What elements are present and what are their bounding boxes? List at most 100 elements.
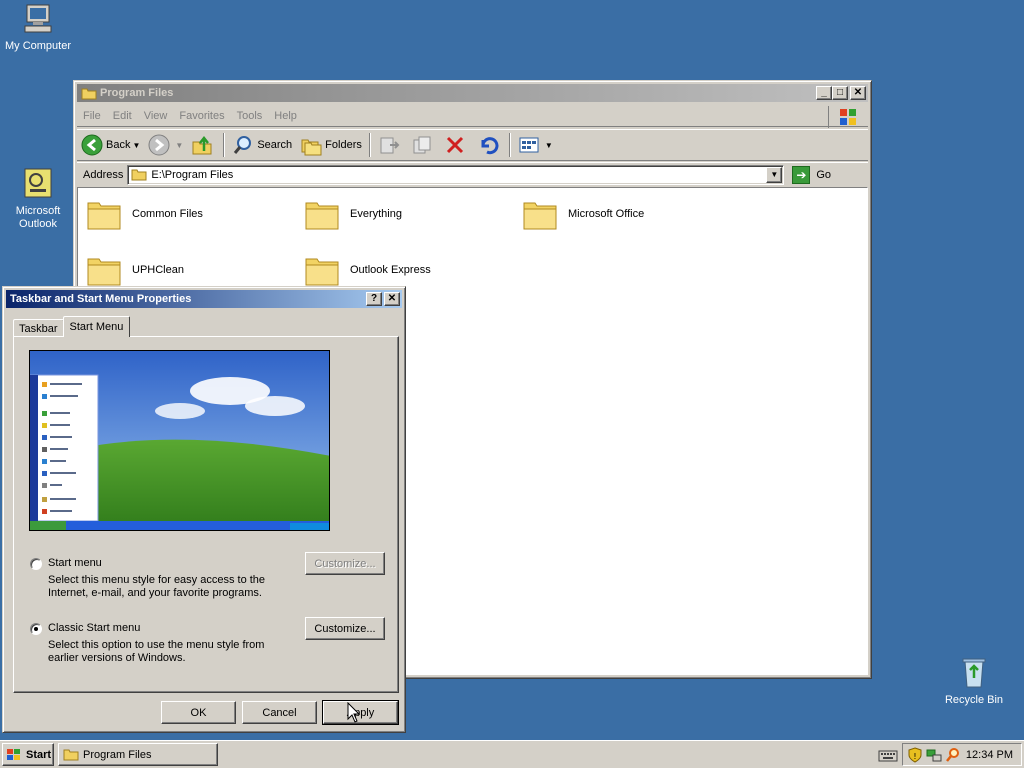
my-computer-icon [21, 2, 55, 36]
cancel-button[interactable]: Cancel [242, 701, 317, 724]
copy-to-button[interactable] [407, 132, 440, 158]
folders-icon [300, 134, 322, 156]
tab-taskbar[interactable]: Taskbar [13, 319, 64, 337]
clock[interactable]: 12:34 PM [966, 749, 1013, 761]
taskbar-properties-dialog: Taskbar and Start Menu Properties ? ✕ Ta… [2, 286, 406, 733]
tab-strip: Taskbar Start Menu [13, 315, 131, 337]
start-menu-panel: Start menu Select this menu style for ea… [13, 336, 399, 693]
folder-icon [304, 196, 340, 232]
move-to-button[interactable] [374, 132, 407, 158]
menu-edit[interactable]: Edit [107, 110, 138, 122]
undo-icon [477, 134, 499, 156]
desktop-icon-label: Recycle Bin [944, 694, 1004, 706]
folder-icon [63, 748, 79, 761]
menu-file[interactable]: File [77, 110, 107, 122]
menu-bar: File Edit View Favorites Tools Help [77, 105, 868, 128]
menu-favorites[interactable]: Favorites [173, 110, 230, 122]
views-dropdown-icon[interactable]: ▼ [545, 141, 553, 150]
classic-start-menu-radio-label[interactable]: Classic Start menu [48, 622, 140, 634]
outlook-icon [21, 167, 55, 201]
toolbar-separator [508, 133, 511, 157]
folder-name: Outlook Express [350, 264, 431, 276]
folders-label: Folders [325, 139, 362, 151]
folders-button[interactable]: Folders [296, 132, 366, 158]
dialog-title: Taskbar and Start Menu Properties [10, 293, 192, 305]
windows-flag-icon [6, 748, 22, 762]
close-button[interactable]: ✕ [850, 86, 866, 100]
keyboard-icon[interactable] [878, 746, 898, 764]
folder-name: Microsoft Office [568, 208, 645, 220]
folder-name: Common Files [132, 208, 203, 220]
forward-dropdown-icon[interactable]: ▼ [175, 141, 183, 150]
search-tray-icon[interactable] [945, 747, 961, 763]
dialog-close-button[interactable]: ✕ [384, 292, 400, 306]
go-button[interactable]: ➔ Go [788, 164, 835, 186]
menu-tools[interactable]: Tools [231, 110, 269, 122]
search-icon [232, 134, 254, 156]
help-button[interactable]: ? [366, 292, 382, 306]
delete-button[interactable] [440, 132, 473, 158]
menu-help[interactable]: Help [268, 110, 303, 122]
up-button[interactable] [187, 132, 220, 158]
address-bar: Address E:\Program Files ▼ ➔ Go [77, 162, 868, 186]
windows-logo-icon [828, 106, 866, 128]
customize-start-menu-button[interactable]: Customize... [305, 552, 385, 575]
folder-item[interactable]: Microsoft Office [522, 196, 644, 232]
minimize-button[interactable]: _ [816, 86, 832, 100]
forward-button[interactable]: ▼ [144, 132, 187, 158]
desktop-icon-outlook[interactable]: Microsoft Outlook [0, 167, 76, 231]
start-button[interactable]: Start [2, 743, 54, 766]
folder-item[interactable]: UPHClean [86, 252, 184, 288]
ok-button[interactable]: OK [161, 701, 236, 724]
back-arrow-icon [81, 134, 103, 156]
maximize-button[interactable]: □ [832, 86, 848, 100]
recycle-bin-icon [957, 656, 991, 690]
classic-start-menu-radio-button[interactable] [30, 623, 42, 635]
mouse-cursor-icon [347, 701, 361, 724]
start-menu-radio[interactable]: Start menu [30, 557, 102, 570]
desktop-icon-label: Microsoft Outlook [15, 205, 61, 230]
address-input[interactable]: E:\Program Files ▼ [127, 164, 785, 185]
address-label: Address [83, 168, 124, 181]
explorer-title-bar[interactable]: Program Files _ □ ✕ [77, 84, 868, 102]
explorer-title: Program Files [100, 87, 174, 99]
search-label: Search [257, 139, 293, 151]
dialog-title-bar[interactable]: Taskbar and Start Menu Properties ? ✕ [6, 290, 402, 308]
back-button[interactable]: Back ▼ [77, 132, 144, 158]
classic-start-menu-description: Select this option to use the menu style… [48, 639, 265, 664]
views-icon [518, 134, 540, 156]
undo-button[interactable] [473, 132, 506, 158]
folder-name: UPHClean [132, 264, 184, 276]
preview-image [30, 351, 329, 530]
start-menu-radio-button[interactable] [30, 558, 42, 570]
delete-x-icon [444, 134, 466, 156]
start-label: Start [26, 748, 52, 761]
back-dropdown-icon[interactable]: ▼ [132, 141, 140, 150]
start-menu-radio-label[interactable]: Start menu [48, 557, 102, 569]
desktop-icon-my-computer[interactable]: My Computer [0, 2, 76, 53]
system-tray: ! 12:34 PM [902, 743, 1022, 766]
svg-text:!: ! [913, 752, 916, 761]
folder-item[interactable]: Outlook Express [304, 252, 431, 288]
folder-icon [304, 252, 340, 288]
security-shield-icon[interactable]: ! [907, 746, 923, 763]
classic-start-menu-radio[interactable]: Classic Start menu [30, 622, 140, 635]
taskbar-item-program-files[interactable]: Program Files [58, 743, 218, 766]
move-to-icon [378, 134, 400, 156]
taskbar-item-label: Program Files [83, 748, 152, 761]
address-dropdown-button[interactable]: ▼ [766, 166, 783, 183]
views-button[interactable]: ▼ [514, 132, 557, 158]
folder-item[interactable]: Everything [304, 196, 402, 232]
search-button[interactable]: Search [228, 132, 296, 158]
desktop-icon-label: My Computer [4, 40, 72, 52]
tab-start-menu[interactable]: Start Menu [62, 316, 131, 337]
toolbar-separator [223, 133, 226, 157]
cancel-label: Cancel [262, 706, 297, 719]
folder-item[interactable]: Common Files [86, 196, 203, 232]
network-icon[interactable] [926, 747, 942, 763]
desktop-icon-recycle-bin[interactable]: Recycle Bin [936, 656, 1012, 707]
forward-arrow-icon [148, 134, 170, 156]
customize-classic-button[interactable]: Customize... [305, 617, 385, 640]
taskbar: Start Program Files ! 12:34 PM [0, 740, 1024, 768]
menu-view[interactable]: View [138, 110, 174, 122]
